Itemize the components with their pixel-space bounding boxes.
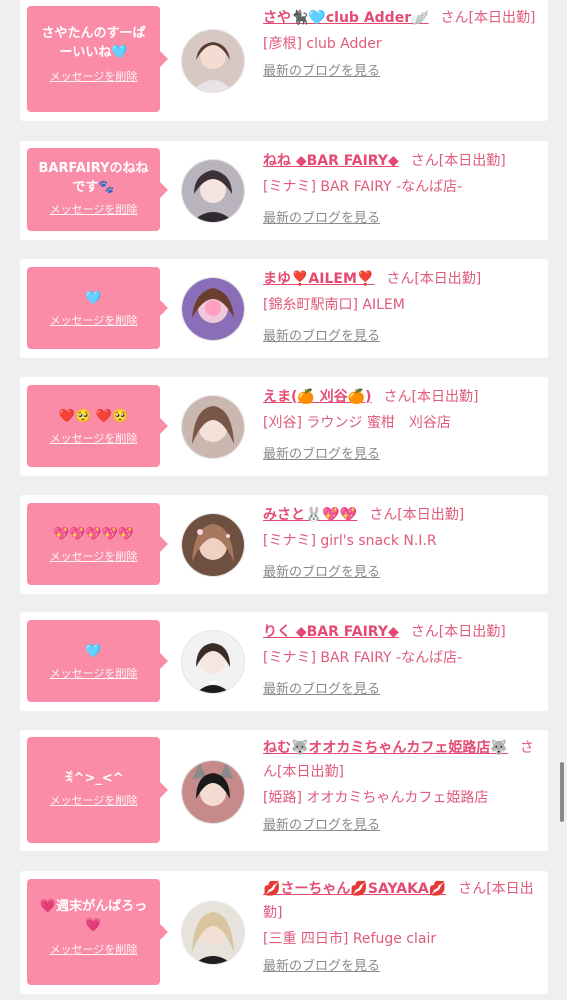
cast-name-link[interactable]: えま(🍊 刈谷🍊) <box>263 389 372 405</box>
cast-name-link[interactable]: ねむ🐺オオカミちゃんカフェ姫路店🐺 <box>263 740 508 756</box>
avatar[interactable] <box>181 159 245 223</box>
delete-message-link[interactable]: メッセージを削除 <box>50 792 138 808</box>
work-status: さん[本日出勤] <box>383 389 479 405</box>
scrollbar[interactable] <box>560 762 564 822</box>
cast-name-link[interactable]: 💋さーちゃん💋SAYAKA💋 <box>263 881 446 897</box>
cast-info: りく ◆BAR FAIRY◆ さん[本日出勤] [ミナミ] BAR FAIRY -… <box>263 620 538 702</box>
message-bubble: 💖💖💖💖💖 メッセージを削除 <box>27 503 168 585</box>
avatar[interactable] <box>181 277 245 341</box>
shop-name: [刈谷] ラウンジ 蜜柑 刈谷店 <box>263 415 451 431</box>
shop-name: [錦糸町駅南口] AILEM <box>263 297 405 313</box>
cast-name-link[interactable]: りく ◆BAR FAIRY◆ <box>263 624 399 640</box>
list-item: 💖💖💖💖💖 メッセージを削除 みさと🐰💖💖 さん[本日出勤] [ミナミ] girl… <box>20 495 548 594</box>
cast-name-link[interactable]: さや🐈‍⬛🩵club Adder🪽 <box>263 10 429 26</box>
avatar-photo-icon <box>182 396 244 458</box>
shop-name: [姫路] オオカミちゃんカフェ姫路店 <box>263 790 489 806</box>
work-status: さん[本日出勤] <box>369 507 465 523</box>
avatar-photo-icon <box>182 30 244 92</box>
list-item: さやたんのすーぱ ーいいね🩵 メッセージを削除 さや🐈‍⬛🩵club Adder… <box>20 0 548 121</box>
delete-message-link[interactable]: メッセージを削除 <box>50 201 138 217</box>
message-text: 💖💖💖💖💖 <box>53 527 134 542</box>
cast-name-link[interactable]: みさと🐰💖💖 <box>263 507 357 523</box>
work-status: さん[本日出勤] <box>410 153 506 169</box>
cast-info: みさと🐰💖💖 さん[本日出勤] [ミナミ] girl's snack N.I.R … <box>263 503 538 585</box>
latest-blog-link[interactable]: 最新のブログを見る <box>263 443 380 467</box>
latest-blog-link[interactable]: 最新のブログを見る <box>263 678 380 702</box>
latest-blog-link[interactable]: 最新のブログを見る <box>263 561 380 585</box>
cast-info: さや🐈‍⬛🩵club Adder🪽 さん[本日出勤] [彦根] club Adde… <box>263 6 538 84</box>
cast-info: えま(🍊 刈谷🍊) さん[本日出勤] [刈谷] ラウンジ 蜜柑 刈谷店 最新のブロ… <box>263 385 538 467</box>
cast-name-link[interactable]: まゆ❣️AILEM❣️ <box>263 271 374 287</box>
message-text: ❤️🥺 ❤️🥺 <box>58 409 129 424</box>
message-text: ーいいね🩵 <box>59 45 128 60</box>
message-text: 🩵 <box>85 644 102 659</box>
message-text: ꉂ^>_<^ <box>63 771 124 786</box>
avatar[interactable] <box>181 901 245 965</box>
message-text: 💗週末がんばろっ <box>39 899 148 914</box>
list-item: 🩵 メッセージを削除 まゆ❣️AILEM❣️ さん[本日出勤] [錦糸町駅南口] … <box>20 259 548 358</box>
delete-message-link[interactable]: メッセージを削除 <box>50 312 138 328</box>
message-bubble: ꉂ^>_<^ メッセージを削除 <box>27 737 168 843</box>
delete-message-link[interactable]: メッセージを削除 <box>50 68 138 84</box>
list-item: 🩵 メッセージを削除 りく ◆BAR FAIRY◆ さん[本日出勤] [ミナミ] … <box>20 612 548 711</box>
message-text: です🐾 <box>72 180 115 195</box>
message-bubble: 🩵 メッセージを削除 <box>27 267 168 349</box>
avatar-photo-icon <box>182 631 244 693</box>
avatar[interactable] <box>181 395 245 459</box>
shop-name: [彦根] club Adder <box>263 36 382 52</box>
list-item: ❤️🥺 ❤️🥺 メッセージを削除 えま(🍊 刈谷🍊) さん[本日出勤] [刈谷] … <box>20 377 548 476</box>
delete-message-link[interactable]: メッセージを削除 <box>50 548 138 564</box>
avatar-photo-icon <box>182 761 244 823</box>
latest-blog-link[interactable]: 最新のブログを見る <box>263 207 380 231</box>
cast-info: ねね ◆BAR FAIRY◆ さん[本日出勤] [ミナミ] BAR FAIRY -… <box>263 149 538 231</box>
message-text: さやたんのすーぱ <box>41 26 146 41</box>
avatar[interactable] <box>181 29 245 93</box>
delete-message-link[interactable]: メッセージを削除 <box>50 665 138 681</box>
avatar-photo-icon <box>182 514 244 576</box>
avatar-photo-icon <box>182 278 244 340</box>
shop-name: [ミナミ] BAR FAIRY -なんば店- <box>263 179 463 195</box>
shop-name: [ミナミ] girl's snack N.I.R <box>263 533 437 549</box>
latest-blog-link[interactable]: 最新のブログを見る <box>263 60 380 84</box>
cast-info: 💋さーちゃん💋SAYAKA💋 さん[本日出勤] [三重 四日市] Refuge c… <box>263 877 538 979</box>
avatar[interactable] <box>181 630 245 694</box>
latest-blog-link[interactable]: 最新のブログを見る <box>263 955 380 979</box>
cast-info: まゆ❣️AILEM❣️ さん[本日出勤] [錦糸町駅南口] AILEM 最新のブロ… <box>263 267 538 349</box>
avatar[interactable] <box>181 513 245 577</box>
message-bubble: ❤️🥺 ❤️🥺 メッセージを削除 <box>27 385 168 467</box>
latest-blog-link[interactable]: 最新のブログを見る <box>263 814 380 838</box>
work-status: さん[本日出勤] <box>410 624 506 640</box>
cast-name-link[interactable]: ねね ◆BAR FAIRY◆ <box>263 153 399 169</box>
shop-name: [三重 四日市] Refuge clair <box>263 931 437 947</box>
avatar-photo-icon <box>182 160 244 222</box>
avatar[interactable] <box>181 760 245 824</box>
delete-message-link[interactable]: メッセージを削除 <box>50 430 138 446</box>
message-bubble: BARFAIRYのねね です🐾 メッセージを削除 <box>27 148 168 231</box>
message-text: 🩵 <box>85 291 102 306</box>
message-text: BARFAIRYのねね <box>38 161 149 176</box>
message-text: 💗 <box>85 918 102 933</box>
cast-info: ねむ🐺オオカミちゃんカフェ姫路店🐺 さん[本日出勤] [姫路] オオカミちゃんカフ… <box>263 736 538 838</box>
avatar-photo-icon <box>182 902 244 964</box>
message-bubble: さやたんのすーぱ ーいいね🩵 メッセージを削除 <box>27 6 168 112</box>
latest-blog-link[interactable]: 最新のブログを見る <box>263 325 380 349</box>
message-bubble: 🩵 メッセージを削除 <box>27 620 168 702</box>
list-item: BARFAIRYのねね です🐾 メッセージを削除 ねね ◆BAR FAIRY◆ さ… <box>20 141 548 240</box>
list-item: ꉂ^>_<^ メッセージを削除 ねむ🐺オオカミちゃんカフェ姫路店🐺 さん[本日出勤… <box>20 730 548 851</box>
message-bubble: 💗週末がんばろっ 💗 メッセージを削除 <box>27 879 168 985</box>
work-status: さん[本日出勤] <box>440 10 536 26</box>
shop-name: [ミナミ] BAR FAIRY -なんば店- <box>263 650 463 666</box>
work-status: さん[本日出勤] <box>386 271 482 287</box>
delete-message-link[interactable]: メッセージを削除 <box>50 941 138 957</box>
list-item: 💗週末がんばろっ 💗 メッセージを削除 💋さーちゃん💋SAYAKA💋 さん[本日出… <box>20 871 548 994</box>
